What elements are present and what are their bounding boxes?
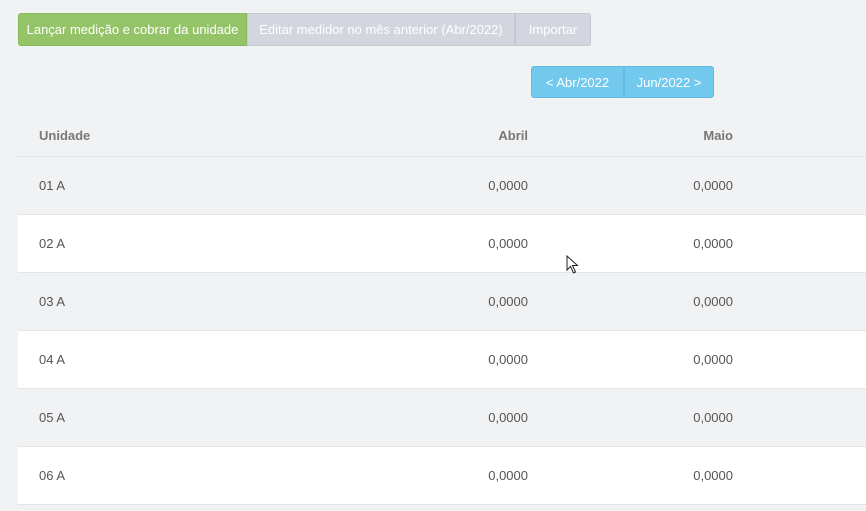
action-toolbar: Lançar medição e cobrar da unidade Edita… <box>18 13 591 46</box>
unit-cell: 02 A <box>39 236 66 251</box>
may-value-cell: 0,0000 <box>693 294 733 309</box>
unit-cell: 03 A <box>39 294 66 309</box>
unit-cell: 05 A <box>39 410 66 425</box>
unit-cell: 04 A <box>39 352 66 367</box>
period-navigation: < Abr/2022 Jun/2022 > <box>531 66 714 98</box>
table-row: 04 A 0,0000 0,0000 <box>18 331 866 389</box>
may-value-cell: 0,0000 <box>693 236 733 251</box>
table-row: 06 A 0,0000 0,0000 <box>18 447 866 505</box>
april-value-cell: 0,0000 <box>488 294 528 309</box>
header-april: Abril <box>498 128 528 143</box>
unit-cell: 01 A <box>39 178 66 193</box>
table-row: 01 A 0,0000 0,0000 <box>18 157 866 215</box>
may-value-cell: 0,0000 <box>693 352 733 367</box>
measurements-table: Unidade Abril Maio 01 A 0,0000 0,0000 02… <box>18 115 866 505</box>
header-unit: Unidade <box>39 128 91 143</box>
next-period-button[interactable]: Jun/2022 > <box>624 66 714 98</box>
import-button[interactable]: Importar <box>515 13 591 46</box>
april-value-cell: 0,0000 <box>488 352 528 367</box>
may-value-cell: 0,0000 <box>693 178 733 193</box>
table-row: 03 A 0,0000 0,0000 <box>18 273 866 331</box>
mouse-cursor-icon <box>566 255 579 274</box>
april-value-cell: 0,0000 <box>488 468 528 483</box>
previous-period-button[interactable]: < Abr/2022 <box>531 66 624 98</box>
april-value-cell: 0,0000 <box>488 178 528 193</box>
table-header: Unidade Abril Maio <box>18 115 866 157</box>
edit-meter-previous-month-button[interactable]: Editar medidor no mês anterior (Abr/2022… <box>247 13 515 46</box>
unit-cell: 06 A <box>39 468 66 483</box>
april-value-cell: 0,0000 <box>488 236 528 251</box>
launch-measurement-button[interactable]: Lançar medição e cobrar da unidade <box>18 13 247 46</box>
may-value-cell: 0,0000 <box>693 410 733 425</box>
april-value-cell: 0,0000 <box>488 410 528 425</box>
may-value-cell: 0,0000 <box>693 468 733 483</box>
table-row: 05 A 0,0000 0,0000 <box>18 389 866 447</box>
table-row: 02 A 0,0000 0,0000 <box>18 215 866 273</box>
header-may: Maio <box>703 128 733 143</box>
